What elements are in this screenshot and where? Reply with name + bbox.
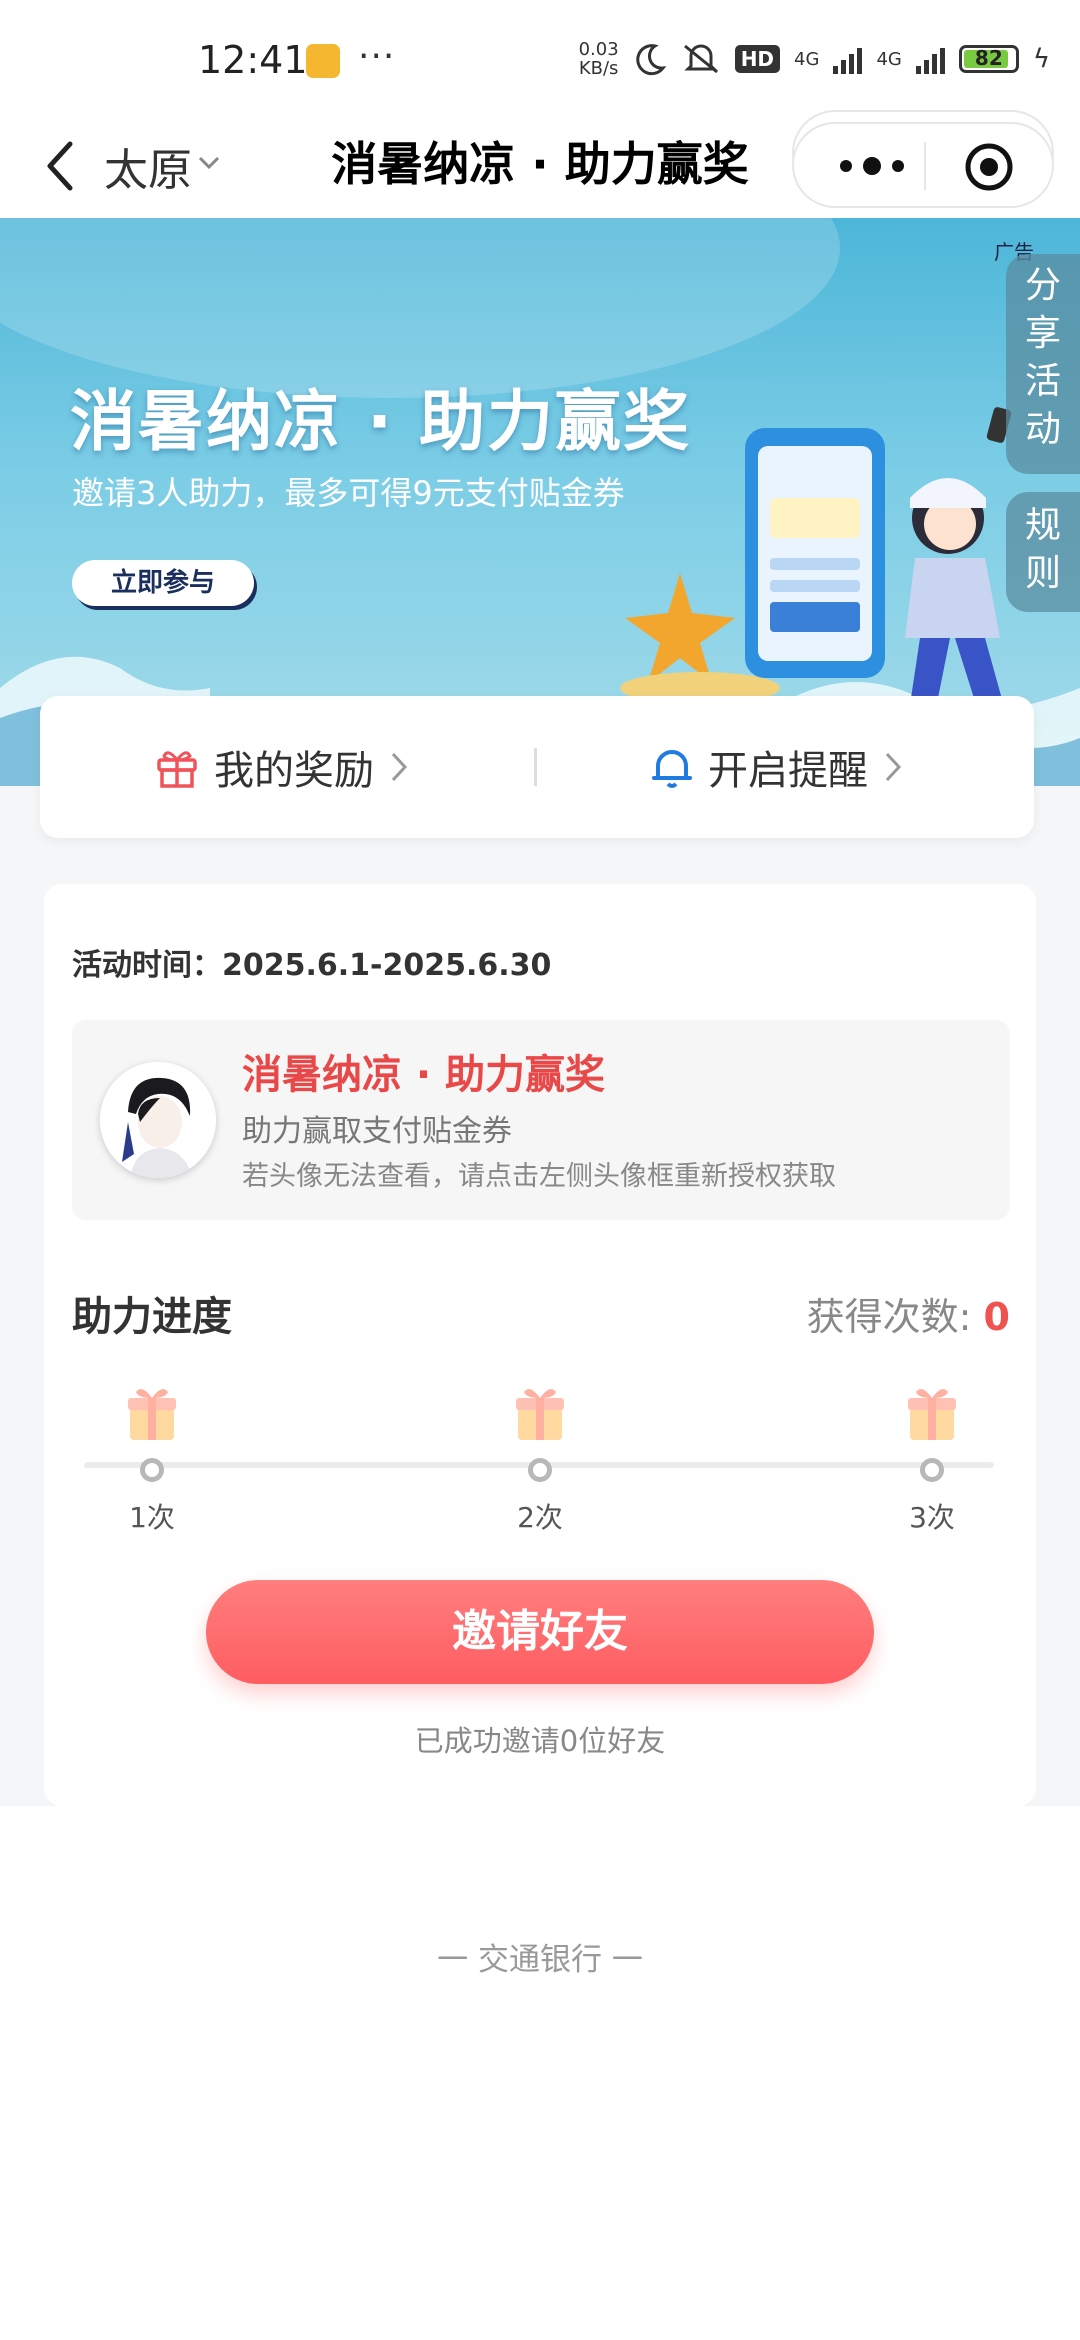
signal-icon — [833, 44, 863, 74]
capsule-divider — [924, 142, 926, 190]
invite-status: 已成功邀请0位好友 — [414, 1724, 666, 1758]
enable-reminder-label: 开启提醒 — [708, 748, 868, 794]
moon-icon — [636, 44, 667, 76]
milestone-dot — [920, 1458, 944, 1482]
banner-title: 消暑纳凉 · 助力赢奖 — [70, 383, 692, 460]
status-time: 12:41 — [198, 38, 308, 82]
milestone-1: 1次 — [92, 1384, 212, 1536]
milestone-dot — [528, 1458, 552, 1482]
gift-box-icon — [128, 1389, 176, 1440]
shortcut-card: 我的奖励 开启提醒 — [40, 696, 1034, 838]
banner-subtitle: 邀请3人助力，最多可得9元支付贴金券 — [72, 474, 625, 512]
milestone-3: 3次 — [872, 1384, 992, 1536]
battery-icon: 82 — [958, 45, 1019, 73]
hd-badge: HD — [734, 45, 781, 73]
avatar-reauthorize-note: 若头像无法查看，请点击左侧头像框重新授权获取 — [242, 1161, 836, 1192]
gift-box-icon — [908, 1389, 956, 1440]
my-rewards-link[interactable]: 我的奖励 — [154, 696, 410, 838]
mute-icon — [683, 44, 718, 74]
chevron-down-icon[interactable] — [196, 138, 222, 188]
milestone-label: 3次 — [909, 1501, 955, 1534]
invite-friends-button[interactable]: 邀请好友 — [206, 1580, 874, 1684]
status-bar: 12:41 ··· 0.03 KB/s HD 4G 4G 82 ϟ — [0, 0, 1080, 110]
network-speed: 0.03 KB/s — [579, 40, 619, 78]
status-indicators: 0.03 KB/s HD 4G 4G 82 ϟ — [579, 34, 1050, 84]
footer-brand: 一 交通银行 一 — [437, 1942, 643, 1978]
activity-title: 消暑纳凉 · 助力赢奖 — [242, 1052, 606, 1098]
page-title: 消暑纳凉 · 助力赢奖 — [331, 137, 749, 191]
avatar-image — [100, 1062, 216, 1178]
back-arrow-icon[interactable] — [40, 138, 90, 194]
network-type-2: 4G — [876, 48, 902, 70]
share-activity-label: 分享活动 — [1024, 265, 1061, 450]
city-selector[interactable]: 太原 — [104, 134, 192, 198]
charging-icon: ϟ — [1032, 44, 1050, 74]
obtained-count: 获得次数: 0 — [807, 1286, 1010, 1341]
join-now-button[interactable]: 立即参与 — [72, 560, 254, 606]
activity-subtitle: 助力赢取支付贴金券 — [242, 1114, 512, 1149]
close-target-icon[interactable] — [964, 142, 1014, 192]
shortcut-divider — [534, 748, 537, 786]
milestone-dot — [140, 1458, 164, 1482]
more-notifications-icon: ··· — [358, 36, 396, 77]
milestone-label: 2次 — [517, 1501, 563, 1534]
obtained-count-label: 获得次数: — [806, 1295, 984, 1339]
signal-icon-2 — [915, 44, 945, 74]
share-activity-tab[interactable]: 分享活动 — [1006, 254, 1080, 474]
battery-level: 82 — [974, 46, 1003, 70]
mini-program-capsule — [792, 122, 1054, 208]
enable-reminder-link[interactable]: 开启提醒 — [650, 696, 904, 838]
chevron-right-icon — [885, 752, 902, 782]
chevron-right-icon — [391, 752, 408, 782]
notification-app-icon — [306, 44, 340, 78]
speed-unit: KB/s — [578, 58, 619, 79]
user-avatar[interactable] — [100, 1062, 216, 1178]
obtained-count-value: 0 — [983, 1295, 1010, 1339]
footer-area — [0, 1806, 1080, 2340]
rules-tab[interactable]: 规则 — [1006, 492, 1080, 612]
gift-box-icon — [516, 1389, 564, 1440]
milestone-2: 2次 — [480, 1384, 600, 1536]
activity-card: 活动时间：2025.6.1-2025.6.30 消暑纳凉 · 助力赢奖 助力赢取… — [44, 884, 1036, 1806]
speed-value: 0.03 — [578, 39, 619, 60]
activity-info-box: 消暑纳凉 · 助力赢奖 助力赢取支付贴金券 若头像无法查看，请点击左侧头像框重新… — [72, 1020, 1010, 1220]
rules-label: 规则 — [1024, 505, 1061, 594]
gift-icon — [157, 751, 197, 788]
my-rewards-label: 我的奖励 — [214, 748, 374, 794]
activity-time: 活动时间：2025.6.1-2025.6.30 — [72, 948, 552, 983]
bell-icon — [652, 750, 692, 788]
milestone-label: 1次 — [129, 1501, 175, 1534]
more-options-icon[interactable] — [832, 138, 912, 194]
network-type-1: 4G — [794, 48, 820, 70]
progress-heading: 助力进度 — [72, 1294, 232, 1340]
